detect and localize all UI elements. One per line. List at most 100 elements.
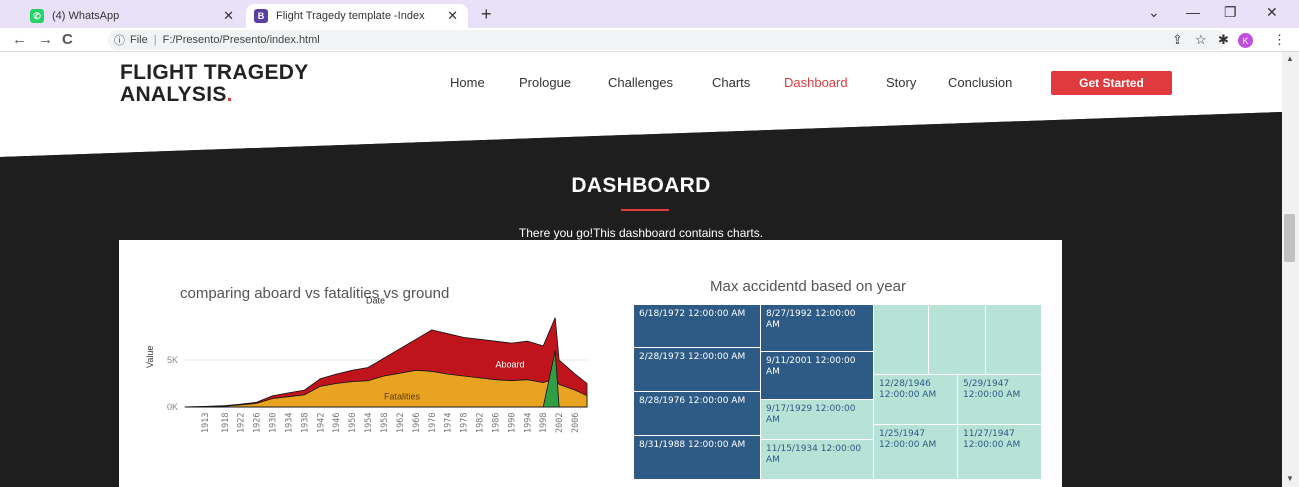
- treemap-cell[interactable]: 6/18/1972 12:00:00 AM: [634, 305, 761, 348]
- info-icon[interactable]: ⓘ: [114, 32, 125, 48]
- menu-icon[interactable]: ⋮: [1273, 32, 1286, 48]
- treemap-cell-label: 8/27/1992 12:00:00 AM: [766, 309, 856, 330]
- x-tick-label: 1990: [507, 413, 517, 433]
- y-tick-label: 0K: [167, 402, 178, 412]
- close-window-button[interactable]: ✕: [1266, 4, 1278, 21]
- section-subtitle: There you go!This dashboard contains cha…: [518, 226, 764, 240]
- treemap-cell[interactable]: [874, 305, 929, 375]
- scroll-up-icon[interactable]: ▲: [1286, 54, 1294, 63]
- nav-prologue[interactable]: Prologue: [519, 75, 571, 90]
- treemap-chart[interactable]: 6/18/1972 12:00:00 AM 2/28/1973 12:00:00 …: [634, 305, 1042, 480]
- brand-logo[interactable]: FLIGHT TRAGEDY ANALYSIS.: [120, 62, 309, 106]
- nav-story[interactable]: Story: [886, 75, 916, 90]
- x-tick-label: 1922: [237, 413, 247, 433]
- section-divider: [0, 112, 1282, 162]
- x-tick-label: 1978: [460, 413, 470, 433]
- treemap-cell-label: 11/27/1947 12:00:00 AM: [963, 429, 1021, 450]
- url-separator: |: [153, 34, 157, 46]
- url-text: F:/Presento/Presento/index.html: [162, 34, 320, 46]
- share-icon[interactable]: ⇪: [1172, 32, 1183, 48]
- treemap-cell[interactable]: 2/28/1973 12:00:00 AM: [634, 348, 761, 392]
- x-tick-label: 1954: [364, 413, 374, 433]
- area-chart[interactable]: Date Value 0K 5K Aboard Fatalities 1913 1918 192…: [139, 295, 599, 487]
- treemap-cell[interactable]: 9/17/1929 12:00:00 AM: [761, 400, 874, 440]
- brand-line2: ANALYSIS: [120, 83, 227, 106]
- nav-home[interactable]: Home: [450, 75, 485, 90]
- address-bar[interactable]: ⓘ File | F:/Presento/Presento/index.html: [108, 30, 1226, 50]
- x-axis-label: Date: [366, 295, 385, 305]
- y-axis-label: Value: [145, 346, 155, 368]
- x-tick-label: 1913: [201, 413, 211, 433]
- treemap-cell-label: 9/11/2001 12:00:00 AM: [766, 356, 856, 377]
- star-icon[interactable]: ☆: [1195, 32, 1207, 48]
- forward-icon[interactable]: →: [38, 31, 53, 48]
- x-tick-label: 1950: [348, 413, 358, 433]
- tab-title: (4) WhatsApp: [52, 10, 120, 22]
- section-title-underline: [621, 209, 669, 211]
- treemap-cell-label: 2/28/1973 12:00:00 AM: [639, 352, 746, 362]
- treemap-cell[interactable]: 9/11/2001 12:00:00 AM: [761, 352, 874, 400]
- brand-line1: FLIGHT TRAGEDY: [120, 61, 309, 84]
- url-prefix: File: [130, 34, 148, 46]
- tab-flight-tragedy[interactable]: B Flight Tragedy template -Index ✕: [246, 4, 468, 28]
- x-tick-label: 1946: [332, 413, 342, 433]
- x-tick-label: 1934: [284, 413, 294, 433]
- y-tick-label: 5K: [167, 355, 178, 365]
- scrollbar[interactable]: [1282, 52, 1299, 487]
- x-tick-label: 1986: [491, 413, 501, 433]
- treemap-cell[interactable]: [929, 305, 986, 375]
- close-icon[interactable]: ✕: [447, 8, 458, 24]
- nav-dashboard[interactable]: Dashboard: [784, 75, 848, 90]
- x-tick-label: 1942: [316, 413, 326, 433]
- tab-search-icon[interactable]: ⌄: [1148, 4, 1160, 21]
- x-tick-label: 1958: [380, 413, 390, 433]
- x-tick-label: 1974: [444, 413, 454, 433]
- browser-tab-bar: ✆ (4) WhatsApp ✕ B Flight Tragedy templa…: [0, 0, 1299, 28]
- nav-conclusion[interactable]: Conclusion: [948, 75, 1012, 90]
- series-label-fatalities: Fatalities: [384, 391, 421, 401]
- treemap-cell[interactable]: 11/27/1947 12:00:00 AM: [958, 425, 1042, 480]
- nav-challenges[interactable]: Challenges: [608, 75, 673, 90]
- restore-button[interactable]: ❐: [1224, 4, 1237, 21]
- new-tab-button[interactable]: +: [481, 4, 492, 25]
- x-tick-label: 1982: [476, 413, 486, 433]
- nav-charts[interactable]: Charts: [712, 75, 750, 90]
- treemap-title: Max accidentd based on year: [710, 278, 906, 295]
- area-chart-title: comparing aboard vs fatalities vs ground: [180, 285, 450, 302]
- get-started-button[interactable]: Get Started: [1051, 71, 1172, 95]
- dashboard-panel: comparing aboard vs fatalities vs ground…: [119, 240, 1062, 487]
- treemap-cell-label: 11/15/1934 12:00:00 AM: [766, 444, 862, 465]
- treemap-cell[interactable]: 12/28/1946 12:00:00 AM: [874, 375, 958, 425]
- tab-whatsapp[interactable]: ✆ (4) WhatsApp ✕: [22, 4, 244, 28]
- brand-dot: .: [226, 83, 233, 106]
- x-tick-label: 2006: [571, 413, 581, 433]
- treemap-cell[interactable]: 11/15/1934 12:00:00 AM: [761, 440, 874, 480]
- avatar[interactable]: K: [1238, 33, 1253, 48]
- x-tick-label: 1998: [539, 413, 549, 433]
- treemap-cell-label: 6/18/1972 12:00:00 AM: [639, 309, 746, 319]
- bootstrap-icon: B: [254, 9, 268, 23]
- treemap-cell-label: 1/25/1947 12:00:00 AM: [879, 429, 937, 450]
- minimize-button[interactable]: —: [1186, 4, 1200, 20]
- treemap-cell[interactable]: 1/25/1947 12:00:00 AM: [874, 425, 958, 480]
- x-tick-label: 1994: [523, 413, 533, 433]
- treemap-cell[interactable]: 8/28/1976 12:00:00 AM: [634, 392, 761, 436]
- x-tick-label: 1966: [412, 413, 422, 433]
- treemap-cell-label: 8/28/1976 12:00:00 AM: [639, 396, 746, 406]
- treemap-cell-label: 8/31/1988 12:00:00 AM: [639, 440, 746, 450]
- extensions-icon[interactable]: ✱: [1218, 32, 1229, 48]
- close-icon[interactable]: ✕: [223, 8, 234, 24]
- treemap-cell[interactable]: 8/27/1992 12:00:00 AM: [761, 305, 874, 352]
- scroll-down-icon[interactable]: ▼: [1286, 474, 1294, 483]
- scrollbar-thumb[interactable]: [1284, 214, 1295, 262]
- treemap-cell[interactable]: 8/31/1988 12:00:00 AM: [634, 436, 761, 480]
- back-icon[interactable]: ←: [12, 31, 27, 48]
- whatsapp-icon: ✆: [30, 9, 44, 23]
- x-tick-label: 1926: [253, 413, 263, 433]
- treemap-cell[interactable]: [986, 305, 1042, 375]
- x-tick-label: 1962: [396, 413, 406, 433]
- series-label-aboard: Aboard: [495, 360, 524, 370]
- treemap-cell[interactable]: 5/29/1947 12:00:00 AM: [958, 375, 1042, 425]
- x-tick-label: 1938: [300, 413, 310, 433]
- reload-icon[interactable]: C: [62, 31, 73, 48]
